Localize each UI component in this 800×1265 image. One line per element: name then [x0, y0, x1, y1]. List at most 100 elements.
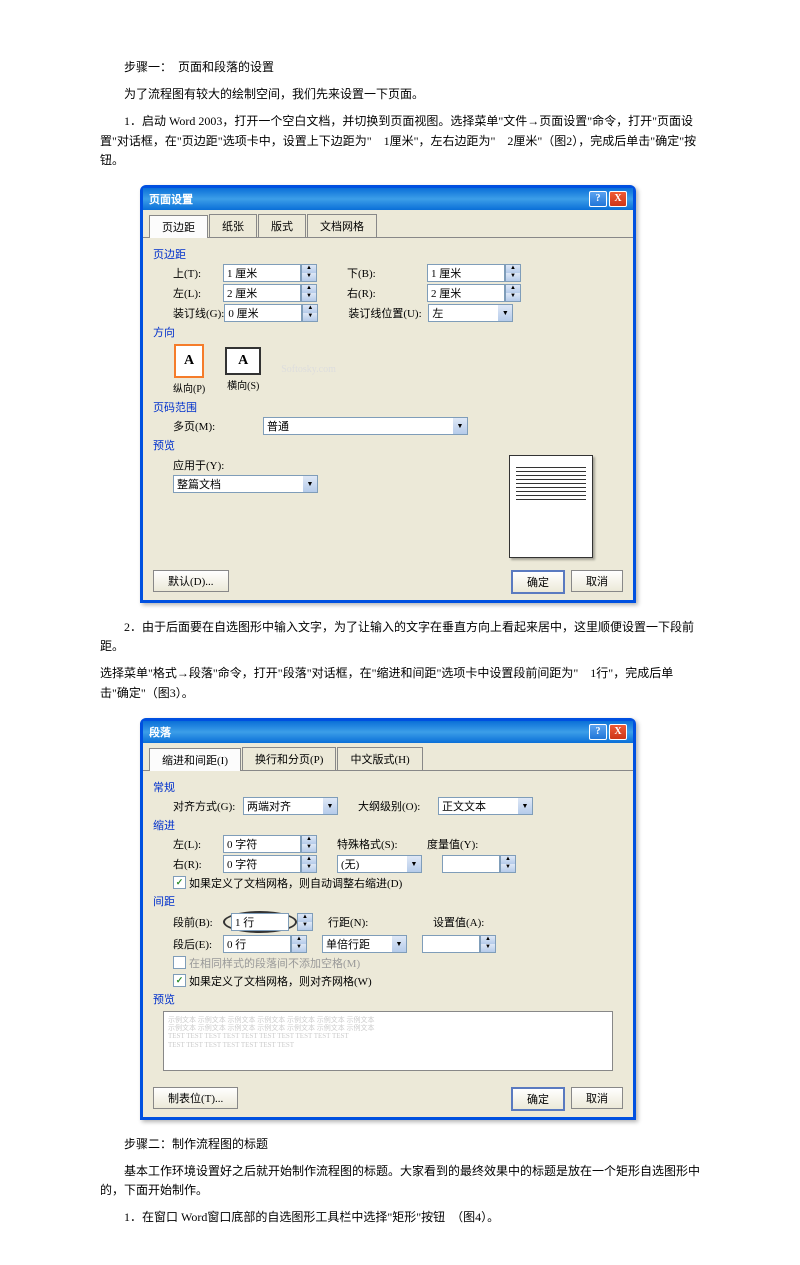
chevron-down-icon: ▼	[518, 798, 532, 814]
help-button[interactable]: ?	[589, 191, 607, 207]
by-input[interactable]	[442, 855, 500, 873]
at-spinner[interactable]: ▲▼	[480, 935, 496, 953]
tab-chinese[interactable]: 中文版式(H)	[337, 747, 422, 770]
portrait-icon[interactable]: A	[174, 344, 204, 378]
top-spinner[interactable]: ▲▼	[301, 264, 317, 282]
portrait-label: 纵向(P)	[173, 380, 205, 395]
chevron-down-icon: ▼	[498, 305, 512, 321]
title-bar: 页面设置 ? X	[143, 188, 633, 210]
after-spinner[interactable]: ▲▼	[291, 935, 307, 953]
landscape-label: 横向(S)	[227, 377, 259, 392]
left-spinner[interactable]: ▲▼	[301, 284, 317, 302]
before-spinner[interactable]: ▲▼	[297, 913, 313, 931]
intro-text: 为了流程图有较大的绘制空间，我们先来设置一下页面。	[100, 85, 700, 104]
tab-layout[interactable]: 版式	[258, 214, 306, 237]
after-label: 段后(E):	[173, 936, 223, 952]
special-dropdown[interactable]: (无)▼	[337, 855, 422, 873]
chevron-down-icon: ▼	[453, 418, 467, 434]
help-button[interactable]: ?	[589, 724, 607, 740]
autofit-checkbox[interactable]: ✓	[173, 876, 186, 889]
watermark-text: Softosky.com	[281, 364, 336, 375]
left-input[interactable]: 2 厘米	[223, 284, 301, 302]
special-label: 特殊格式(S):	[337, 836, 407, 852]
emphasis-circle: 1 行	[223, 911, 297, 933]
chevron-down-icon: ▼	[407, 856, 421, 872]
gutter-pos-label: 装订线位置(U):	[348, 305, 428, 321]
bottom-label: 下(B):	[347, 265, 427, 281]
right-indent-input[interactable]: 0 字符	[223, 855, 301, 873]
ok-button[interactable]: 确定	[511, 570, 565, 594]
top-input[interactable]: 1 厘米	[223, 264, 301, 282]
tabs-button[interactable]: 制表位(T)...	[153, 1087, 238, 1109]
tab-linebreak[interactable]: 换行和分页(P)	[242, 747, 336, 770]
outline-dropdown[interactable]: 正文文本▼	[438, 797, 533, 815]
ok-button[interactable]: 确定	[511, 1087, 565, 1111]
close-button[interactable]: X	[609, 191, 627, 207]
step2-title: 步骤二：制作流程图的标题	[100, 1135, 700, 1154]
gutter-input[interactable]: 0 厘米	[224, 304, 302, 322]
preview-group-2: 预览	[153, 991, 623, 1007]
general-group: 常规	[153, 779, 623, 795]
left-indent-spinner[interactable]: ▲▼	[301, 835, 317, 853]
paragraph-3: 基本工作环境设置好之后就开始制作流程图的标题。大家看到的最终效果中的标题是放在一…	[100, 1162, 700, 1200]
paragraph-preview: 示例文本 示例文本 示例文本 示例文本 示例文本 示例文本 示例文本 示例文本 …	[163, 1011, 613, 1071]
cancel-button[interactable]: 取消	[571, 570, 623, 592]
gutter-pos-dropdown[interactable]: 左▼	[428, 304, 513, 322]
gutter-spinner[interactable]: ▲▼	[302, 304, 318, 322]
paragraph-2b: 选择菜单"格式→段落"命令，打开"段落"对话框，在"缩进和间距"选项卡中设置段前…	[100, 664, 700, 702]
multipage-label: 多页(M):	[173, 418, 223, 434]
dialog-title: 段落	[149, 724, 171, 740]
right-indent-spinner[interactable]: ▲▼	[301, 855, 317, 873]
paragraph-dialog: 段落 ? X 缩进和间距(I) 换行和分页(P) 中文版式(H) 常规 对齐方式…	[140, 718, 636, 1120]
tab-paper[interactable]: 纸张	[209, 214, 257, 237]
by-spinner[interactable]: ▲▼	[500, 855, 516, 873]
chevron-down-icon: ▼	[392, 936, 406, 952]
page-preview	[509, 455, 593, 558]
by-label: 度量值(Y):	[427, 836, 492, 852]
step1-title: 步骤一： 页面和段落的设置	[100, 58, 700, 77]
preview-group: 预览	[153, 437, 623, 453]
nospace-label: 在相同样式的段落间不添加空格(M)	[189, 955, 360, 971]
align-dropdown[interactable]: 两端对齐▼	[243, 797, 338, 815]
bottom-spinner[interactable]: ▲▼	[505, 264, 521, 282]
right-input[interactable]: 2 厘米	[427, 284, 505, 302]
margin-group: 页边距	[153, 246, 623, 262]
snap-checkbox[interactable]: ✓	[173, 974, 186, 987]
default-button[interactable]: 默认(D)...	[153, 570, 229, 592]
top-label: 上(T):	[173, 265, 223, 281]
snap-label: 如果定义了文档网格，则对齐网格(W)	[189, 973, 372, 989]
spacing-group: 间距	[153, 893, 623, 909]
before-input[interactable]: 1 行	[231, 913, 289, 931]
after-input[interactable]: 0 行	[223, 935, 291, 953]
dialog-title: 页面设置	[149, 191, 193, 207]
at-input[interactable]	[422, 935, 480, 953]
paragraph-4: 1．在窗口 Word窗口底部的自选图形工具栏中选择"矩形"按钮 （图4）。	[100, 1208, 700, 1227]
tab-grid[interactable]: 文档网格	[307, 214, 377, 237]
close-button[interactable]: X	[609, 724, 627, 740]
nospace-checkbox[interactable]	[173, 956, 186, 969]
right-spinner[interactable]: ▲▼	[505, 284, 521, 302]
linespace-dropdown[interactable]: 单倍行距▼	[322, 935, 407, 953]
page-setup-dialog: 页面设置 ? X 页边距 纸张 版式 文档网格 页边距 上(T): 1 厘米 ▲…	[140, 185, 636, 603]
applyto-dropdown[interactable]: 整篇文档▼	[173, 475, 318, 493]
paragraph-2a: 2．由于后面要在自选图形中输入文字，为了让输入的文字在垂直方向上看起来居中，这里…	[100, 618, 700, 656]
at-label: 设置值(A):	[433, 914, 493, 930]
landscape-icon[interactable]: A	[225, 347, 261, 375]
right-indent-label: 右(R):	[173, 856, 223, 872]
multipage-dropdown[interactable]: 普通▼	[263, 417, 468, 435]
left-indent-label: 左(L):	[173, 836, 223, 852]
left-label: 左(L):	[173, 285, 223, 301]
range-group: 页码范围	[153, 399, 623, 415]
paragraph-1: 1．启动 Word 2003，打开一个空白文档，并切换到页面视图。选择菜单"文件…	[100, 112, 700, 170]
bottom-input[interactable]: 1 厘米	[427, 264, 505, 282]
cancel-button[interactable]: 取消	[571, 1087, 623, 1109]
tab-indent[interactable]: 缩进和间距(I)	[149, 748, 241, 771]
left-indent-input[interactable]: 0 字符	[223, 835, 301, 853]
chevron-down-icon: ▼	[303, 476, 317, 492]
linespace-label: 行距(N):	[328, 914, 378, 930]
tab-margin[interactable]: 页边距	[149, 215, 208, 238]
applyto-label: 应用于(Y):	[173, 457, 224, 473]
outline-label: 大纲级别(O):	[358, 798, 438, 814]
orientation-group: 方向	[153, 324, 623, 340]
indent-group: 缩进	[153, 817, 623, 833]
